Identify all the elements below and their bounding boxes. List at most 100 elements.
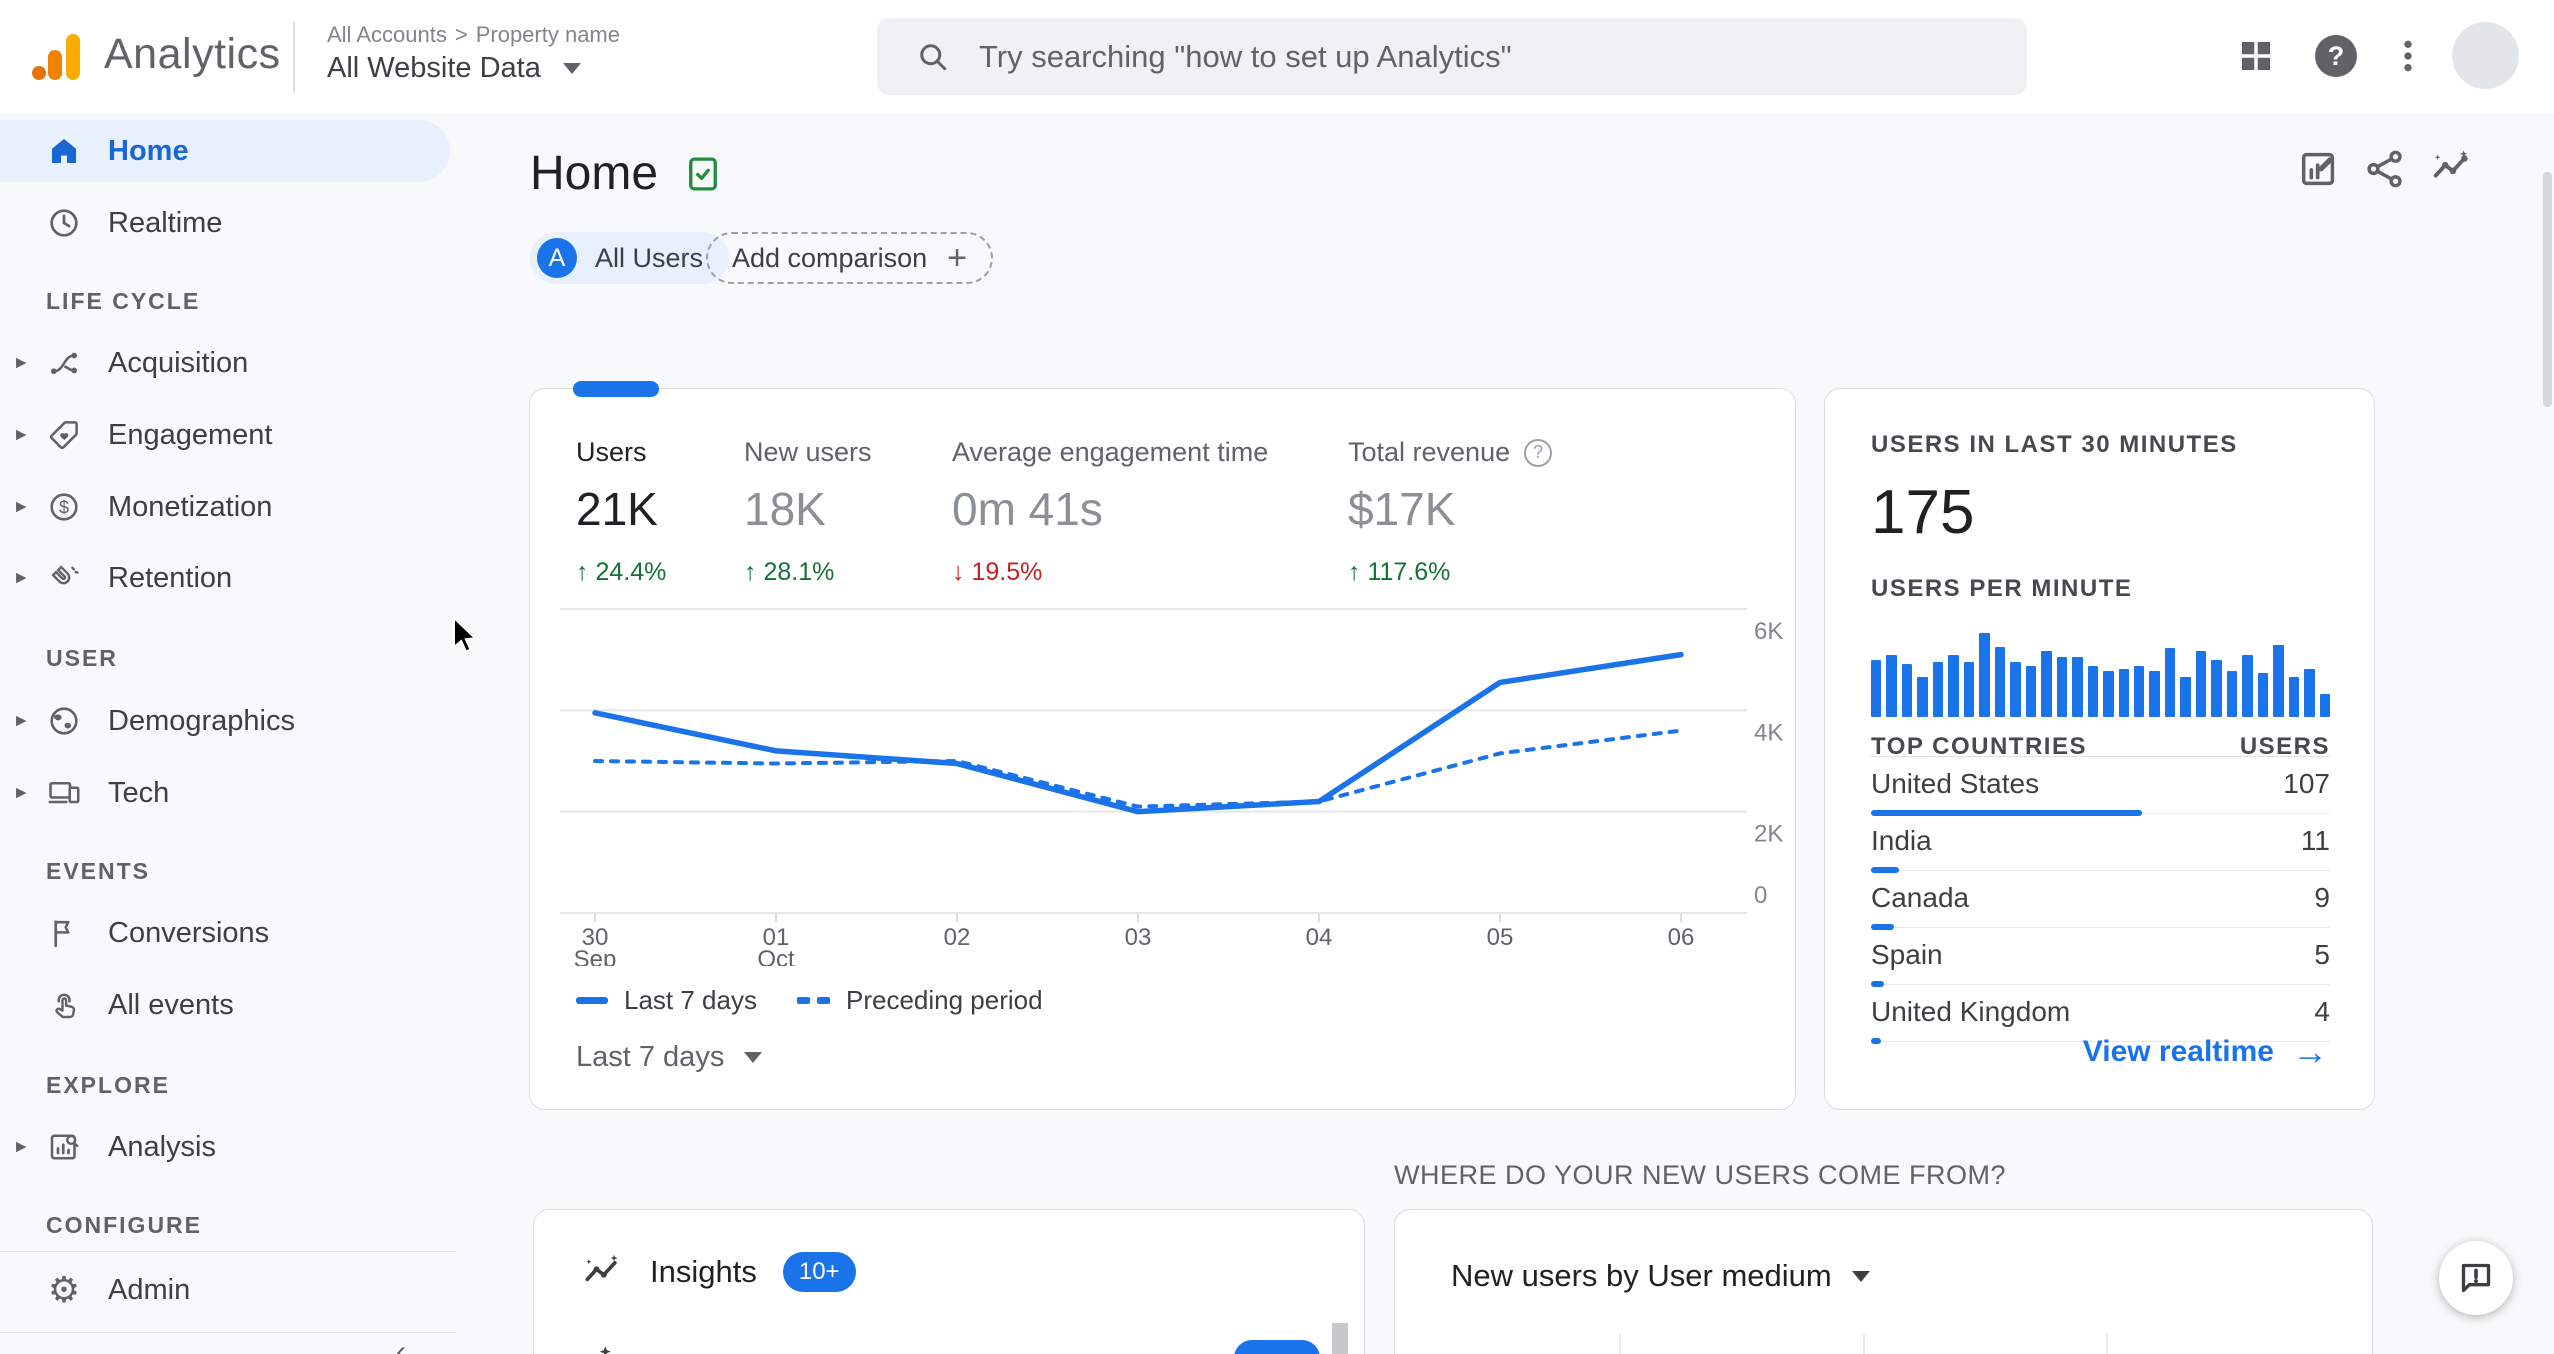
sidebar-item-label: Home — [108, 134, 189, 167]
sidebar-item-realtime[interactable]: Realtime — [0, 192, 450, 254]
metric-value: $17K — [1348, 483, 1456, 535]
view-realtime-link[interactable]: View realtime → — [2083, 1034, 2328, 1070]
sidebar-section-configure: CONFIGURE — [46, 1211, 202, 1238]
sidebar-item-label: Conversions — [108, 916, 270, 949]
expand-chevron-icon[interactable]: ▸ — [16, 780, 27, 805]
sidebar-item-analysis[interactable]: ▸ Analysis — [0, 1116, 450, 1178]
sidebar-item-acquisition[interactable]: ▸ Acquisition — [0, 332, 450, 394]
users-per-minute-bar — [2103, 671, 2114, 717]
breadcrumb-all-accounts[interactable]: All Accounts — [327, 22, 447, 47]
users-per-minute-bar — [2025, 665, 2037, 717]
arrow-up-icon: ↑ — [1348, 558, 1361, 586]
property-selector[interactable]: All Website Data — [327, 52, 581, 85]
users-per-minute-bar — [2288, 677, 2300, 717]
metric-new-users[interactable]: New users 18K ↑ 28.1% — [744, 437, 872, 587]
search-input[interactable] — [979, 38, 1929, 75]
sidebar-nav: Home Realtime LIFE CYCLE ▸ Acquisition ▸ — [0, 113, 456, 1354]
insight-item-sparkle-icon — [599, 1346, 611, 1354]
insight-new-badge — [1234, 1340, 1320, 1354]
sidebar-item-tech[interactable]: ▸ Tech — [0, 762, 450, 824]
users-trend-line-chart: 6K4K2K030Sep01Oct02 03 04 05 06 — [560, 608, 1783, 966]
user-avatar[interactable] — [2452, 22, 2519, 89]
more-menu-button[interactable] — [2384, 32, 2432, 80]
country-row: United States 107 — [1871, 757, 2330, 816]
retention-icon — [51, 565, 79, 585]
google-apps-button[interactable] — [2232, 32, 2280, 80]
country-row: India 11 — [1871, 814, 2330, 873]
more-vertical-icon — [2404, 40, 2412, 72]
metric-value: 21K — [576, 483, 658, 535]
country-users-count: 9 — [2314, 882, 2330, 913]
date-range-selector[interactable]: Last 7 days — [576, 1041, 763, 1074]
analysis-icon — [50, 1134, 79, 1160]
overview-card: Users 21K ↑ 24.4% New users 18K ↑ 28.1% … — [529, 381, 1796, 1110]
add-comparison-button[interactable]: Add comparison + — [706, 232, 993, 284]
svg-text:$: $ — [59, 497, 69, 517]
sidebar-item-conversions[interactable]: Conversions — [0, 902, 450, 964]
country-users-count: 11 — [2300, 825, 2330, 856]
expand-chevron-icon[interactable]: ▸ — [16, 350, 27, 375]
insights-header: Insights 10+ — [580, 1250, 856, 1294]
sidebar-item-label: Engagement — [108, 418, 273, 451]
expand-chevron-icon[interactable]: ▸ — [16, 422, 27, 447]
conversions-flag-icon — [54, 920, 70, 948]
help-button[interactable]: ? — [2312, 32, 2360, 80]
users-per-minute-bar — [1948, 655, 1959, 717]
feedback-button[interactable] — [2439, 1241, 2513, 1315]
insights-sparkle-icon — [585, 1254, 618, 1282]
users-per-minute-title: USERS PER MINUTE — [1871, 575, 2133, 602]
share-report-button[interactable] — [2362, 146, 2408, 192]
all-events-touch-icon — [55, 993, 76, 1019]
sidebar-item-monetization[interactable]: ▸ $ Monetization — [0, 476, 450, 538]
users-per-minute-bar — [2195, 651, 2207, 717]
expand-chevron-icon[interactable]: ▸ — [16, 565, 27, 590]
help-tooltip-icon[interactable]: ? — [1524, 438, 1553, 467]
audience-chip-initial: A — [537, 238, 577, 278]
metric-label: New users — [744, 437, 872, 467]
sidebar-item-label: Retention — [108, 561, 233, 594]
page-scrollbar[interactable] — [2543, 172, 2552, 407]
insights-button[interactable] — [2428, 146, 2474, 192]
metric-users[interactable]: Users 21K ↑ 24.4% — [576, 437, 666, 587]
insights-scrollbar[interactable] — [1332, 1323, 1348, 1354]
metric-value: 18K — [744, 483, 826, 535]
clock-icon — [50, 209, 78, 237]
users-per-minute-bar — [2087, 665, 2099, 717]
breadcrumb-property-name[interactable]: Property name — [476, 22, 620, 47]
metric-total-revenue[interactable]: Total revenue? $17K ↑ 117.6% — [1348, 437, 1553, 587]
metric-value: 0m 41s — [952, 483, 1103, 535]
sidebar-item-demographics[interactable]: ▸ Demographics — [0, 690, 450, 752]
global-search[interactable] — [877, 18, 2027, 95]
svg-text:6K: 6K — [1754, 618, 1783, 645]
expand-chevron-icon[interactable]: ▸ — [16, 708, 27, 733]
users-per-minute-bar — [2149, 671, 2160, 717]
sidebar-item-admin[interactable]: ⚙ Admin — [0, 1259, 450, 1321]
sidebar-item-home[interactable]: Home — [0, 120, 450, 182]
topbar-divider — [293, 22, 295, 92]
audience-chip-all-users[interactable]: A All Users — [530, 232, 730, 284]
sidebar-item-retention[interactable]: ▸ Retention — [0, 547, 450, 609]
collapse-sidebar-icon[interactable]: ‹ — [396, 1335, 406, 1354]
analytics-logo-icon[interactable] — [28, 28, 86, 86]
dimension-selector[interactable]: New users by User medium — [1451, 1258, 1870, 1294]
sidebar-item-engagement[interactable]: ▸ Engagement — [0, 404, 450, 466]
solid-line-swatch — [576, 997, 608, 1004]
expand-chevron-icon[interactable]: ▸ — [16, 1134, 27, 1159]
active-metric-tab-indicator — [573, 381, 659, 397]
chart-gridline — [1863, 1334, 1865, 1354]
sidebar-item-label: Monetization — [108, 490, 273, 523]
brand-title[interactable]: Analytics — [104, 30, 281, 79]
users-per-minute-bar — [2180, 677, 2191, 717]
arrow-up-icon: ↑ — [576, 558, 589, 586]
sidebar-item-all-events[interactable]: All events — [0, 974, 450, 1036]
expand-chevron-icon[interactable]: ▸ — [16, 494, 27, 519]
breadcrumb[interactable]: All Accounts > Property name — [327, 22, 620, 48]
property-selector-label: All Website Data — [327, 52, 541, 84]
users-per-minute-bar — [2304, 668, 2315, 717]
grid-apps-icon — [2242, 42, 2270, 70]
sidebar-item-label: Acquisition — [108, 346, 249, 379]
metric-avg-engagement-time[interactable]: Average engagement time 0m 41s ↓ 19.5% — [952, 437, 1268, 587]
customize-report-button[interactable] — [2296, 146, 2342, 192]
sidebar-section-life-cycle: LIFE CYCLE — [46, 287, 201, 314]
breadcrumb-separator: > — [454, 22, 468, 47]
